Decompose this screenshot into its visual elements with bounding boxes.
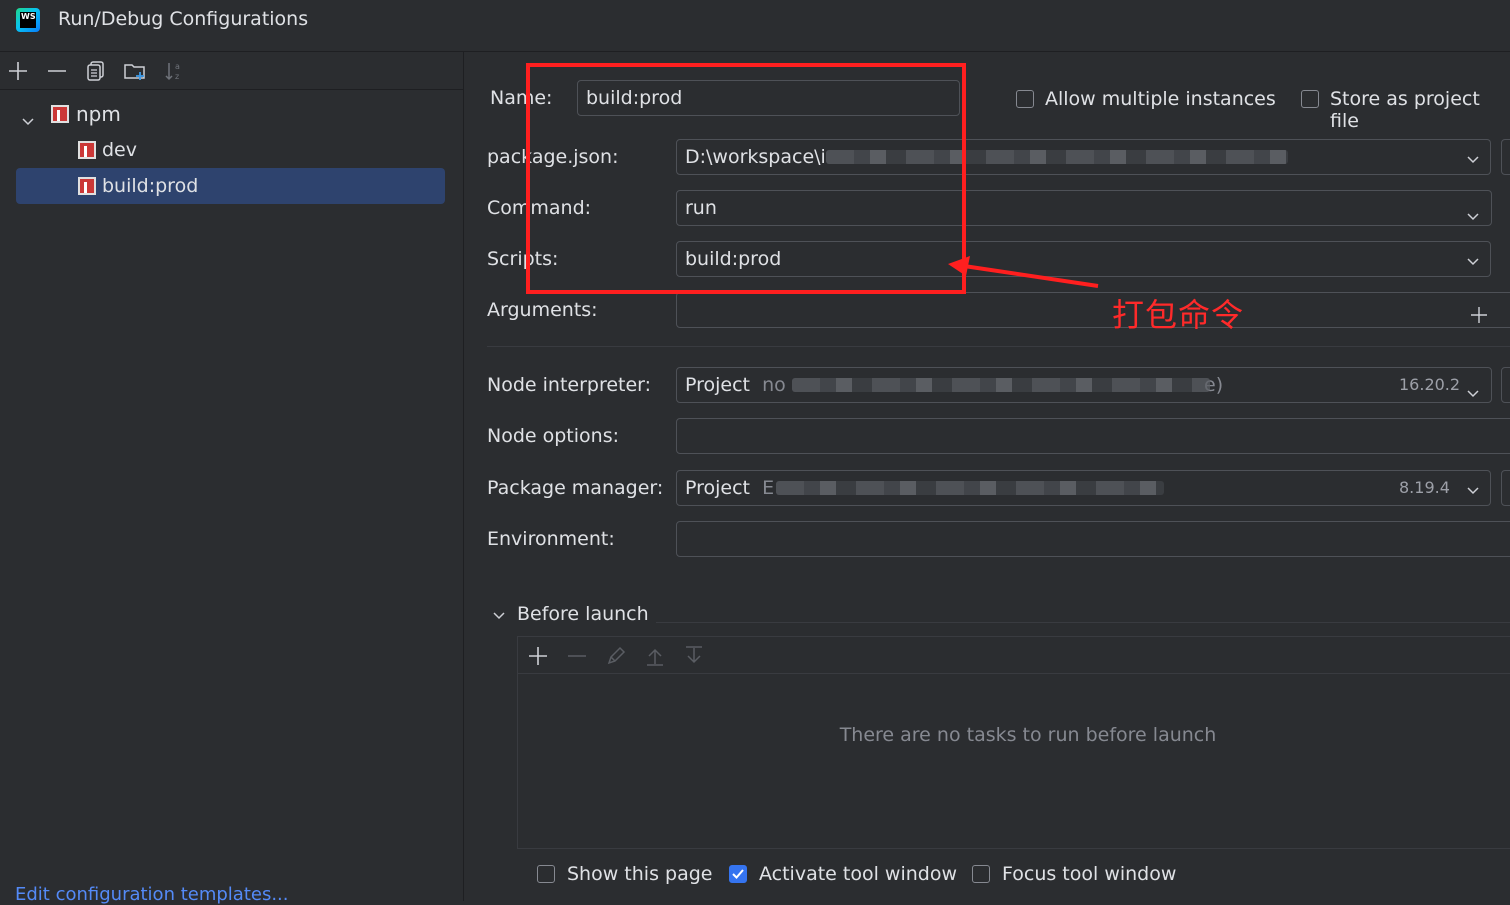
sidebar-toolbar: az: [0, 52, 463, 90]
node-options-input[interactable]: [676, 418, 1510, 454]
remove-task-icon: [565, 644, 589, 668]
add-icon[interactable]: [6, 59, 30, 83]
chevron-down-icon: [1465, 252, 1481, 268]
package-manager-version: 8.19.4: [1399, 478, 1450, 497]
allow-multiple-label: Allow multiple instances: [1045, 88, 1276, 110]
add-task-icon[interactable]: [526, 644, 550, 668]
copy-icon[interactable]: [84, 59, 108, 83]
expand-plus-icon[interactable]: [1470, 301, 1488, 323]
webstorm-logo-icon: WS: [16, 8, 40, 32]
chevron-down-icon[interactable]: [20, 106, 36, 126]
activate-tool-checkbox[interactable]: [729, 865, 747, 883]
activate-tool-label: Activate tool window: [759, 863, 958, 885]
package-manager-dropdown-button[interactable]: [1457, 470, 1491, 506]
sort-icon[interactable]: az: [162, 59, 186, 83]
edit-task-icon: [604, 644, 628, 668]
title-bar: WS Run/Debug Configurations: [0, 0, 1510, 52]
chevron-down-icon: [1465, 481, 1481, 497]
tree-item-label: build:prod: [102, 175, 199, 197]
node-interpreter-path-start: no: [762, 374, 786, 396]
package-manager-label: Package manager:: [487, 477, 664, 499]
new-folder-icon[interactable]: [123, 59, 147, 83]
npm-icon: [78, 177, 96, 195]
before-launch-toolbar-divider: [518, 673, 1510, 674]
node-options-label: Node options:: [487, 425, 620, 447]
package-json-browse-button[interactable]: [1501, 139, 1510, 175]
move-up-icon: [643, 644, 667, 668]
node-version: 16.20.2: [1399, 375, 1461, 394]
focus-tool-label: Focus tool window: [1002, 863, 1177, 885]
remove-icon[interactable]: [45, 59, 69, 83]
tree-group-npm[interactable]: npm: [18, 97, 448, 131]
npm-icon: [51, 105, 69, 123]
chevron-down-icon[interactable]: [491, 606, 507, 622]
section-divider: [487, 346, 1510, 347]
node-interpreter-prefix: Project: [685, 374, 751, 396]
tree-item-dev[interactable]: dev: [78, 133, 438, 167]
scripts-dropdown-button[interactable]: [1457, 241, 1491, 277]
arguments-label: Arguments:: [487, 299, 598, 321]
move-down-icon: [682, 644, 706, 668]
before-launch-empty-text: There are no tasks to run before launch: [839, 724, 1217, 746]
before-launch-title[interactable]: Before launch: [517, 603, 649, 625]
redacted-path: [776, 481, 1164, 495]
allow-multiple-checkbox[interactable]: [1016, 90, 1034, 108]
package-json-dropdown-button[interactable]: [1457, 139, 1491, 175]
redacted-path: [792, 378, 1210, 392]
show-page-label: Show this page: [567, 863, 713, 885]
package-manager-browse-button[interactable]: [1501, 470, 1510, 506]
tree-item-label: dev: [102, 139, 137, 161]
store-project-label: Store as project file: [1330, 88, 1480, 132]
tree-group-label: npm: [76, 102, 121, 126]
annotation-highlight-box: [526, 63, 966, 294]
focus-tool-checkbox[interactable]: [972, 865, 990, 883]
node-interpreter-label: Node interpreter:: [487, 374, 652, 396]
store-project-checkbox[interactable]: [1301, 90, 1319, 108]
svg-text:z: z: [175, 72, 179, 81]
window-title: Run/Debug Configurations: [58, 8, 309, 30]
annotation-label: 打包命令: [1112, 296, 1245, 334]
environment-input[interactable]: [676, 521, 1510, 557]
chevron-down-icon: [1465, 150, 1481, 166]
node-interpreter-browse-button[interactable]: [1501, 367, 1510, 403]
chevron-down-icon: [1465, 201, 1481, 221]
chevron-down-icon: [1465, 378, 1481, 398]
show-page-checkbox[interactable]: [537, 865, 555, 883]
edit-templates-link[interactable]: Edit configuration templates...: [15, 884, 289, 905]
before-launch-divider: [656, 622, 1510, 623]
tree-item-build-prod[interactable]: build:prod: [78, 169, 438, 203]
checkmark-icon: [732, 869, 744, 879]
svg-text:a: a: [175, 62, 180, 71]
package-manager-path-start: E: [762, 477, 775, 499]
package-manager-prefix: Project: [685, 477, 751, 499]
annotation-arrow-icon: [948, 256, 1099, 288]
npm-icon: [78, 141, 96, 159]
environment-label: Environment:: [487, 528, 615, 550]
